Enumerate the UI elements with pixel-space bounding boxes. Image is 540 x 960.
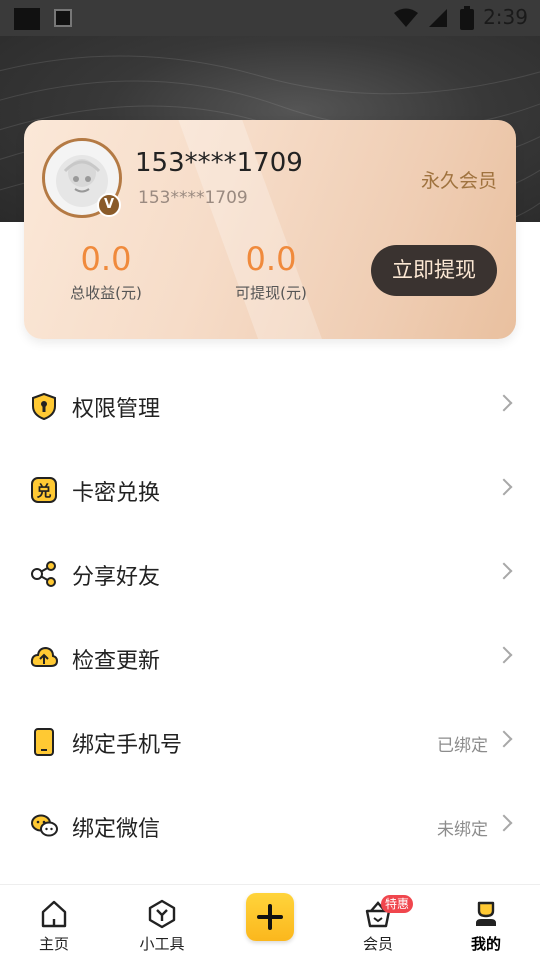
vip-badge-icon: V — [97, 193, 121, 217]
wechat-bind-status: 未绑定 — [437, 820, 488, 840]
app-notification-icon — [54, 9, 72, 27]
battery-icon — [460, 6, 474, 30]
nav-home-label: 主页 — [38, 935, 69, 953]
member-card: V 153****1709 153****1709 永久会员 0.0 总收益(元… — [24, 120, 516, 339]
cloud-upload-icon — [30, 646, 58, 667]
menu-item-share[interactable]: 分享好友 — [0, 532, 540, 616]
wechat-icon — [31, 814, 58, 837]
nav-vip-label: 会员 — [362, 935, 393, 953]
phone-icon — [34, 728, 54, 756]
menu-item-bind-wechat[interactable]: 绑定微信 未绑定 — [0, 784, 540, 868]
status-bar: 2:39 — [0, 0, 540, 36]
chevron-right-icon — [495, 562, 513, 580]
nav-tools-label: 小工具 — [139, 935, 185, 953]
menu-label: 分享好友 — [72, 565, 161, 590]
menu-label: 卡密兑换 — [72, 481, 161, 506]
phone-bind-status: 已绑定 — [437, 736, 488, 756]
plus-icon — [257, 904, 283, 930]
menu-item-bind-phone[interactable]: 绑定手机号 已绑定 — [0, 700, 540, 784]
deal-badge: 特惠 — [381, 895, 414, 913]
profile-icon — [476, 901, 496, 926]
menu-label: 绑定手机号 — [72, 733, 183, 758]
nav-vip[interactable]: 会员 — [324, 885, 432, 960]
shield-lock-icon — [32, 392, 56, 420]
withdraw-button[interactable]: 立即提现 — [371, 245, 497, 296]
settings-menu: 权限管理 兑 卡密兑换 分享好友 检查更新 绑定手机号 已绑定 绑定微信 未绑定 — [0, 364, 540, 868]
chevron-right-icon — [495, 730, 513, 748]
bottom-nav: 主页 小工具 会员 特惠 我的 — [0, 884, 540, 960]
withdrawable: 0.0 可提现(元) — [228, 240, 314, 303]
total-earnings-label: 总收益(元) — [70, 284, 142, 302]
chevron-right-icon — [495, 394, 513, 412]
nav-tools[interactable]: 小工具 — [108, 885, 216, 960]
notification-icon — [14, 8, 40, 30]
nav-home[interactable]: 主页 — [0, 885, 108, 960]
menu-item-check-update[interactable]: 检查更新 — [0, 616, 540, 700]
total-earnings: 0.0 总收益(元) — [64, 240, 148, 303]
menu-label: 检查更新 — [72, 649, 161, 674]
nav-profile-label: 我的 — [470, 935, 501, 953]
clock: 2:39 — [483, 5, 528, 29]
share-icon — [31, 561, 56, 587]
signal-icon — [429, 9, 447, 27]
menu-item-permissions[interactable]: 权限管理 — [0, 364, 540, 448]
chevron-right-icon — [495, 646, 513, 664]
user-phone: 153****1709 — [135, 148, 303, 178]
withdrawable-label: 可提现(元) — [235, 284, 307, 302]
user-id: 153****1709 — [138, 188, 248, 208]
redeem-glyph: 兑 — [36, 482, 51, 500]
withdrawable-value: 0.0 — [245, 240, 297, 278]
tools-icon — [148, 899, 176, 929]
member-type: 永久会员 — [420, 170, 497, 192]
redeem-icon: 兑 — [31, 477, 57, 503]
menu-label: 权限管理 — [72, 397, 161, 422]
total-earnings-value: 0.0 — [80, 240, 132, 278]
nav-profile[interactable]: 我的 — [432, 885, 540, 960]
menu-item-redeem[interactable]: 兑 卡密兑换 — [0, 448, 540, 532]
create-button[interactable] — [246, 893, 294, 941]
chevron-right-icon — [495, 814, 513, 832]
menu-label: 绑定微信 — [72, 817, 161, 842]
home-icon — [41, 900, 67, 928]
wifi-icon — [394, 8, 418, 27]
chevron-right-icon — [495, 478, 513, 496]
